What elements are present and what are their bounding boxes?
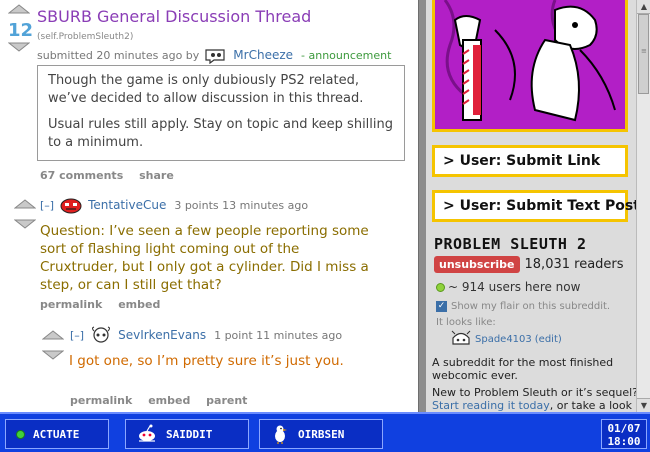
actuate-label: ACTUATE <box>33 427 80 441</box>
oirbsen-task-button[interactable]: OIRBSEN <box>259 419 383 449</box>
permalink-link[interactable]: permalink <box>40 298 102 311</box>
comment-buttons: permalink embed <box>40 298 172 311</box>
new-reader-suffix: , or take a look <box>549 399 632 412</box>
oirbsen-label: OIRBSEN <box>298 427 345 441</box>
reader-count: 18,031 readers <box>524 257 624 272</box>
comment-author-link[interactable]: TentativeCue <box>88 198 166 212</box>
comment-body: Question: I’ve seen a few people reporti… <box>40 223 369 293</box>
actuate-dot-icon <box>16 429 25 439</box>
column-divider <box>418 0 426 412</box>
announcement-tag: - announcement <box>301 48 392 62</box>
comment-meta: 3 points 13 minutes ago <box>174 198 309 212</box>
author-avatar-icon <box>205 49 225 64</box>
online-dot-icon <box>436 282 445 292</box>
scroll-down-arrow-icon[interactable]: ▼ <box>637 398 650 412</box>
flair-preview-label: It looks like: <box>436 317 496 328</box>
downvote-arrow-icon[interactable] <box>14 219 36 229</box>
commenter-avatar-icon <box>92 326 111 343</box>
upvote-arrow-icon[interactable] <box>42 330 64 340</box>
submit-text-post-button[interactable]: > User: Submit Text Post <box>432 190 636 222</box>
selftext-paragraph: Usual rules still apply. Stay on topic a… <box>48 117 394 150</box>
new-reader-text: New to Problem Sleuth or it’s sequel? St… <box>432 386 636 412</box>
flair-preview: Spade4103 (edit) <box>450 330 562 348</box>
post-tagline: submitted 20 minutes ago by MrCheeze - a… <box>37 46 391 64</box>
actuate-button[interactable]: ACTUATE <box>5 419 109 449</box>
post-buttons: 67 comments share <box>40 169 186 182</box>
flair-edit-link[interactable]: (edit) <box>535 334 562 345</box>
subreddit-banner-image <box>432 0 628 132</box>
scrollbar-thumb[interactable]: ≡ <box>638 14 649 94</box>
flair-toggle-label: Show my flair on this subreddit. <box>451 301 611 312</box>
comment-author-link[interactable]: SevIrkenEvans <box>118 328 206 342</box>
new-reader-prompt: New to Problem Sleuth or it’s sequel? <box>432 386 636 399</box>
taskbar-clock: 01/07 18:00 <box>601 419 647 449</box>
submitted-text: submitted 20 minutes ago by <box>37 48 200 62</box>
comment-tagline: [–] TentativeCue 3 points 13 minutes ago <box>40 196 308 214</box>
parent-link[interactable]: parent <box>206 394 247 407</box>
unsubscribe-button[interactable]: unsubscribe <box>434 256 520 273</box>
flair-username[interactable]: Spade4103 <box>475 334 532 345</box>
post-vote <box>6 4 32 14</box>
upvote-arrow-icon[interactable] <box>8 4 30 14</box>
flair-avatar-icon <box>451 330 471 345</box>
permalink-link[interactable]: permalink <box>70 394 132 407</box>
post-score: 12 <box>8 20 34 41</box>
subreddit-title[interactable]: PROBLEM SLEUTH 2 <box>434 235 587 253</box>
post-author-link[interactable]: MrCheeze <box>233 48 293 62</box>
users-online: ~ 914 users here now <box>436 280 580 294</box>
scroll-grip-icon: ≡ <box>641 47 647 55</box>
downvote-arrow-icon[interactable] <box>8 42 30 52</box>
flair-checkbox[interactable]: ✓ <box>436 301 447 312</box>
share-link[interactable]: share <box>139 169 174 182</box>
post-title[interactable]: SBURB General Discussion Thread <box>37 7 311 26</box>
comment-vote <box>12 199 38 229</box>
post-domain[interactable]: (self.ProblemSleuth2) <box>37 32 133 42</box>
comment-meta: 1 point 11 minutes ago <box>214 328 343 342</box>
users-online-text: ~ 914 users here now <box>448 280 581 294</box>
comment-body: I got one, so I’m pretty sure it’s just … <box>69 353 344 369</box>
clock-time: 18:00 <box>607 435 641 448</box>
downvote-arrow-icon[interactable] <box>42 350 64 360</box>
comments-link[interactable]: 67 comments <box>40 169 123 182</box>
subreddit-description: A subreddit for the most finished webcom… <box>432 356 614 382</box>
collapse-toggle[interactable]: [–] <box>70 329 84 342</box>
commenter-avatar-icon <box>60 198 82 214</box>
main-content: 12 SBURB General Discussion Thread (self… <box>0 0 420 412</box>
selftext-paragraph: Though the game is only dubiously PS2 re… <box>48 73 364 106</box>
comment-buttons: permalink embed parent <box>70 394 259 407</box>
embed-link[interactable]: embed <box>148 394 190 407</box>
post-downvote <box>6 42 32 52</box>
vertical-scrollbar[interactable]: ▲ ≡ ▼ <box>636 0 650 412</box>
subscribe-row: unsubscribe 18,031 readers <box>434 256 624 273</box>
saiddit-task-button[interactable]: SAIDDIT <box>125 419 249 449</box>
scroll-up-arrow-icon[interactable]: ▲ <box>637 0 650 14</box>
clock-date: 01/07 <box>607 422 641 435</box>
embed-link[interactable]: embed <box>118 298 160 311</box>
post-selftext: Though the game is only dubiously PS2 re… <box>37 65 405 161</box>
collapse-toggle[interactable]: [–] <box>40 199 54 212</box>
start-reading-link[interactable]: Start reading it today <box>432 399 550 412</box>
flair-toggle[interactable]: ✓ Show my flair on this subreddit. <box>436 301 610 312</box>
taskbar: ACTUATE SAIDDIT OIRBSEN 01/07 18:00 <box>0 412 650 452</box>
banner-art-icon <box>435 0 625 129</box>
comment-vote <box>40 330 66 360</box>
oirbsen-bird-icon <box>275 425 287 444</box>
submit-link-button[interactable]: > User: Submit Link <box>432 145 628 177</box>
upvote-arrow-icon[interactable] <box>14 199 36 209</box>
saiddit-label: SAIDDIT <box>166 427 213 441</box>
saiddit-alien-icon <box>139 424 155 442</box>
sidebar: > User: Submit Link > User: Submit Text … <box>426 0 636 412</box>
comment-tagline: [–] SevIrkenEvans 1 point 11 minutes ago <box>70 326 342 344</box>
